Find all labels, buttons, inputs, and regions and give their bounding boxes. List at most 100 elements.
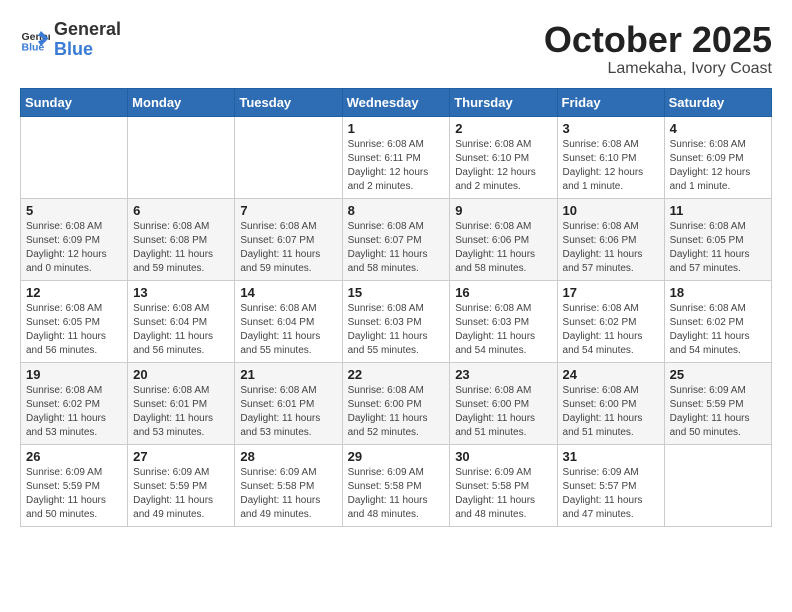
calendar-day-6: 6Sunrise: 6:08 AMSunset: 6:08 PMDaylight…	[128, 198, 235, 280]
day-number: 16	[455, 285, 551, 300]
logo-general-text: General	[54, 20, 121, 40]
weekday-header-thursday: Thursday	[450, 88, 557, 116]
calendar-day-2: 2 Sunrise: 6:08 AMSunset: 6:10 PMDaylight…	[450, 116, 557, 198]
calendar-day-10: 10 Sunrise: 6:08 AMSunset: 6:06 PMDayligh…	[557, 198, 664, 280]
day-number: 18	[670, 285, 766, 300]
day-info: Sunrise: 6:08 AMSunset: 6:00 PMDaylight:…	[563, 384, 659, 440]
day-info: Sunrise: 6:08 AMSunset: 6:04 PMDaylight:…	[133, 302, 229, 358]
calendar-day-17: 17Sunrise: 6:08 AMSunset: 6:02 PMDayligh…	[557, 280, 664, 362]
calendar-day-21: 21 Sunrise: 6:08 AMSunset: 6:01 PMDayligh…	[235, 362, 342, 444]
calendar-title-area: October 2025 Lamekaha, Ivory Coast	[544, 20, 772, 78]
calendar-day-12: 12Sunrise: 6:08 AMSunset: 6:05 PMDayligh…	[21, 280, 128, 362]
calendar-day-29: 29 Sunrise: 6:09 AMSunset: 5:58 PMDayligh…	[342, 444, 450, 526]
day-number: 27	[133, 449, 229, 464]
day-info: Sunrise: 6:08 AMSunset: 6:10 PMDaylight:…	[563, 138, 659, 194]
month-title: October 2025	[544, 20, 772, 60]
day-number: 3	[563, 121, 659, 136]
day-info: Sunrise: 6:09 AMSunset: 5:58 PMDaylight:…	[240, 466, 336, 522]
day-number: 25	[670, 367, 766, 382]
day-info: Sunrise: 6:08 AMSunset: 6:06 PMDaylight:…	[563, 220, 659, 276]
calendar-day-11: 11 Sunrise: 6:08 AMSunset: 6:05 PMDayligh…	[664, 198, 771, 280]
calendar-empty-cell	[235, 116, 342, 198]
page-header: General Blue General Blue October 2025 L…	[20, 20, 772, 78]
calendar-week-row: 1 Sunrise: 6:08 AMSunset: 6:11 PMDaylight…	[21, 116, 772, 198]
calendar-empty-cell	[21, 116, 128, 198]
day-info: Sunrise: 6:08 AMSunset: 6:03 PMDaylight:…	[455, 302, 551, 358]
day-number: 20	[133, 367, 229, 382]
day-number: 31	[563, 449, 659, 464]
day-info: Sunrise: 6:09 AMSunset: 5:59 PMDaylight:…	[670, 384, 766, 440]
logo: General Blue General Blue	[20, 20, 121, 60]
day-info: Sunrise: 6:08 AMSunset: 6:01 PMDaylight:…	[240, 384, 336, 440]
day-number: 9	[455, 203, 551, 218]
calendar-week-row: 19Sunrise: 6:08 AMSunset: 6:02 PMDayligh…	[21, 362, 772, 444]
weekday-header-monday: Monday	[128, 88, 235, 116]
calendar-week-row: 5Sunrise: 6:08 AMSunset: 6:09 PMDaylight…	[21, 198, 772, 280]
calendar-day-27: 27 Sunrise: 6:09 AMSunset: 5:59 PMDayligh…	[128, 444, 235, 526]
calendar-day-9: 9 Sunrise: 6:08 AMSunset: 6:06 PMDaylight…	[450, 198, 557, 280]
day-info: Sunrise: 6:08 AMSunset: 6:00 PMDaylight:…	[455, 384, 551, 440]
location-title: Lamekaha, Ivory Coast	[544, 60, 772, 78]
logo-icon: General Blue	[20, 25, 50, 55]
day-info: Sunrise: 6:08 AMSunset: 6:09 PMDaylight:…	[670, 138, 766, 194]
day-number: 28	[240, 449, 336, 464]
day-number: 30	[455, 449, 551, 464]
day-number: 10	[563, 203, 659, 218]
weekday-header-wednesday: Wednesday	[342, 88, 450, 116]
day-number: 4	[670, 121, 766, 136]
day-number: 12	[26, 285, 122, 300]
calendar-day-13: 13Sunrise: 6:08 AMSunset: 6:04 PMDayligh…	[128, 280, 235, 362]
day-number: 6	[133, 203, 229, 218]
calendar-table: SundayMondayTuesdayWednesdayThursdayFrid…	[20, 88, 772, 527]
calendar-week-row: 26 Sunrise: 6:09 AMSunset: 5:59 PMDayligh…	[21, 444, 772, 526]
day-info: Sunrise: 6:08 AMSunset: 6:01 PMDaylight:…	[133, 384, 229, 440]
day-number: 5	[26, 203, 122, 218]
day-info: Sunrise: 6:08 AMSunset: 6:10 PMDaylight:…	[455, 138, 551, 194]
day-info: Sunrise: 6:09 AMSunset: 5:57 PMDaylight:…	[563, 466, 659, 522]
weekday-header-row: SundayMondayTuesdayWednesdayThursdayFrid…	[21, 88, 772, 116]
calendar-day-30: 30 Sunrise: 6:09 AMSunset: 5:58 PMDayligh…	[450, 444, 557, 526]
day-info: Sunrise: 6:08 AMSunset: 6:02 PMDaylight:…	[670, 302, 766, 358]
day-info: Sunrise: 6:08 AMSunset: 6:07 PMDaylight:…	[348, 220, 445, 276]
day-info: Sunrise: 6:08 AMSunset: 6:05 PMDaylight:…	[670, 220, 766, 276]
weekday-header-saturday: Saturday	[664, 88, 771, 116]
day-number: 14	[240, 285, 336, 300]
calendar-day-31: 31 Sunrise: 6:09 AMSunset: 5:57 PMDayligh…	[557, 444, 664, 526]
day-number: 26	[26, 449, 122, 464]
day-number: 23	[455, 367, 551, 382]
day-number: 24	[563, 367, 659, 382]
calendar-day-7: 7 Sunrise: 6:08 AMSunset: 6:07 PMDaylight…	[235, 198, 342, 280]
day-info: Sunrise: 6:08 AMSunset: 6:07 PMDaylight:…	[240, 220, 336, 276]
day-number: 8	[348, 203, 445, 218]
day-info: Sunrise: 6:09 AMSunset: 5:58 PMDaylight:…	[348, 466, 445, 522]
calendar-empty-cell	[664, 444, 771, 526]
day-number: 15	[348, 285, 445, 300]
day-number: 21	[240, 367, 336, 382]
calendar-day-22: 22 Sunrise: 6:08 AMSunset: 6:00 PMDayligh…	[342, 362, 450, 444]
calendar-day-24: 24 Sunrise: 6:08 AMSunset: 6:00 PMDayligh…	[557, 362, 664, 444]
calendar-day-16: 16 Sunrise: 6:08 AMSunset: 6:03 PMDayligh…	[450, 280, 557, 362]
calendar-day-14: 14Sunrise: 6:08 AMSunset: 6:04 PMDayligh…	[235, 280, 342, 362]
day-number: 1	[348, 121, 445, 136]
day-number: 11	[670, 203, 766, 218]
day-number: 29	[348, 449, 445, 464]
day-info: Sunrise: 6:08 AMSunset: 6:00 PMDaylight:…	[348, 384, 445, 440]
day-info: Sunrise: 6:08 AMSunset: 6:11 PMDaylight:…	[348, 138, 445, 194]
day-info: Sunrise: 6:09 AMSunset: 5:58 PMDaylight:…	[455, 466, 551, 522]
calendar-day-23: 23 Sunrise: 6:08 AMSunset: 6:00 PMDayligh…	[450, 362, 557, 444]
day-number: 7	[240, 203, 336, 218]
calendar-day-8: 8 Sunrise: 6:08 AMSunset: 6:07 PMDaylight…	[342, 198, 450, 280]
calendar-day-25: 25 Sunrise: 6:09 AMSunset: 5:59 PMDayligh…	[664, 362, 771, 444]
day-info: Sunrise: 6:09 AMSunset: 5:59 PMDaylight:…	[133, 466, 229, 522]
calendar-empty-cell	[128, 116, 235, 198]
day-info: Sunrise: 6:08 AMSunset: 6:03 PMDaylight:…	[348, 302, 445, 358]
calendar-day-5: 5Sunrise: 6:08 AMSunset: 6:09 PMDaylight…	[21, 198, 128, 280]
day-info: Sunrise: 6:08 AMSunset: 6:06 PMDaylight:…	[455, 220, 551, 276]
day-info: Sunrise: 6:08 AMSunset: 6:02 PMDaylight:…	[563, 302, 659, 358]
day-number: 2	[455, 121, 551, 136]
logo-blue-text: Blue	[54, 40, 121, 60]
day-info: Sunrise: 6:09 AMSunset: 5:59 PMDaylight:…	[26, 466, 122, 522]
day-number: 22	[348, 367, 445, 382]
calendar-day-26: 26 Sunrise: 6:09 AMSunset: 5:59 PMDayligh…	[21, 444, 128, 526]
calendar-day-4: 4 Sunrise: 6:08 AMSunset: 6:09 PMDaylight…	[664, 116, 771, 198]
